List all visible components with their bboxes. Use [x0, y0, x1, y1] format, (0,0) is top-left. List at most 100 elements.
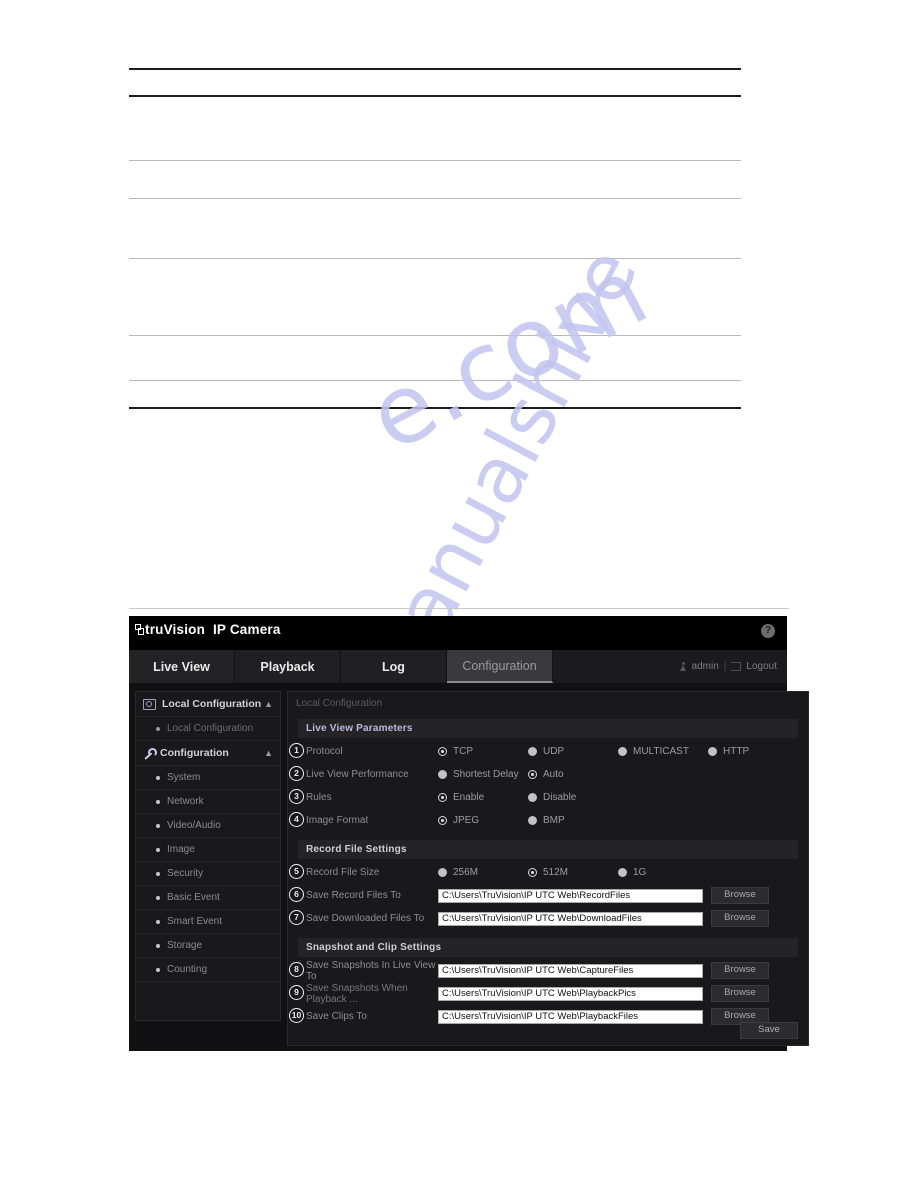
sidebar-item-label: Smart Event	[167, 916, 223, 927]
callout-badge-10: 10	[289, 1008, 304, 1023]
radio-icon[interactable]	[438, 770, 447, 779]
table-rule-3	[129, 160, 741, 161]
row-label: Save Snapshots When Playback ...	[306, 982, 408, 1005]
save-snapshots-live-view-path-input[interactable]	[438, 963, 703, 978]
logout-button[interactable]: Logout	[746, 661, 777, 672]
bullet-icon	[156, 943, 160, 948]
radio-option-auto[interactable]: Auto	[528, 769, 618, 780]
radio-icon[interactable]	[528, 793, 537, 802]
bullet-icon	[156, 967, 160, 972]
sidebar-item-video-audio[interactable]: Video/Audio	[136, 814, 280, 838]
table-rule-6	[129, 335, 741, 336]
radio-label: JPEG	[453, 815, 480, 826]
table-rule-8	[129, 407, 741, 409]
user-icon	[679, 662, 687, 671]
sidebar-item-basic-event[interactable]: Basic Event	[136, 886, 280, 910]
callout-badge-7: 7	[289, 910, 304, 925]
browse-button[interactable]: Browse	[711, 962, 769, 979]
radio-icon[interactable]	[528, 868, 537, 877]
sidebar-item-network[interactable]: Network	[136, 790, 280, 814]
callout-badge-5: 5	[289, 864, 304, 879]
help-icon[interactable]: ?	[761, 624, 775, 638]
sidebar-item-counting[interactable]: Counting	[136, 958, 280, 982]
radio-option-bmp[interactable]: BMP	[528, 815, 618, 826]
sidebar-item-label: Storage	[167, 940, 203, 951]
sidebar-item-smart-event[interactable]: Smart Event	[136, 910, 280, 934]
sidebar-item-security[interactable]: Security	[136, 862, 280, 886]
sidebar-item-label: System	[167, 772, 201, 783]
radio-option-http[interactable]: HTTP	[708, 746, 798, 757]
radio-label: Enable	[453, 792, 485, 803]
radio-label: TCP	[453, 746, 473, 757]
radio-option-shortest-delay[interactable]: Shortest Delay	[438, 769, 528, 780]
radio-option-multicast[interactable]: MULTICAST	[618, 746, 708, 757]
sidebar-item-storage[interactable]: Storage	[136, 934, 280, 958]
save-record-files-path-input[interactable]	[438, 888, 703, 903]
section-live-view-parameters: Live View Parameters 1 Protocol TCP UDP …	[289, 719, 798, 830]
tab-configuration[interactable]: Configuration	[447, 650, 553, 683]
radio-icon[interactable]	[438, 868, 447, 877]
save-bar: Save	[740, 1022, 798, 1039]
radio-icon[interactable]	[618, 747, 627, 756]
logout-icon[interactable]	[731, 662, 742, 671]
sidebar-item-label: Basic Event	[167, 892, 220, 903]
section-record-file-settings: Record File Settings 5 Record File Size …	[289, 840, 798, 928]
radio-option-jpeg[interactable]: JPEG	[438, 815, 528, 826]
radio-option-256m[interactable]: 256M	[438, 867, 528, 878]
radio-icon[interactable]	[528, 770, 537, 779]
radio-icon[interactable]	[528, 747, 537, 756]
app-header: truVision IP Camera ?	[129, 616, 787, 650]
tab-playback[interactable]: Playback	[235, 650, 341, 683]
save-button[interactable]: Save	[740, 1022, 798, 1039]
radio-label: HTTP	[723, 746, 750, 757]
sidebar-group-configuration[interactable]: Configuration ▲	[136, 741, 280, 766]
radio-icon[interactable]	[438, 747, 447, 756]
row-label: Protocol	[306, 746, 343, 757]
tab-live-view[interactable]: Live View	[129, 650, 235, 683]
radio-option-enable[interactable]: Enable	[438, 792, 528, 803]
row-label: Rules	[306, 792, 332, 803]
radio-icon[interactable]	[438, 816, 447, 825]
sidebar-item-local-configuration[interactable]: Local Configuration	[136, 717, 280, 741]
radio-icon[interactable]	[708, 747, 717, 756]
sidebar-group-local-configuration[interactable]: Local Configuration ▲	[136, 692, 280, 717]
radio-option-tcp[interactable]: TCP	[438, 746, 528, 757]
radio-option-1g[interactable]: 1G	[618, 867, 708, 878]
chevron-up-icon[interactable]: ▲	[264, 748, 273, 758]
table-rule-1	[129, 68, 741, 70]
radio-group-record-file-size: 256M 512M 1G	[438, 867, 798, 878]
sidebar-item-system[interactable]: System	[136, 766, 280, 790]
radio-icon[interactable]	[618, 868, 627, 877]
browse-button[interactable]: Browse	[711, 887, 769, 904]
bullet-icon	[156, 823, 160, 828]
browse-button[interactable]: Browse	[711, 985, 769, 1002]
sidebar: Local Configuration ▲ Local Configuratio…	[135, 691, 281, 1021]
radio-label: Shortest Delay	[453, 769, 519, 780]
browse-button[interactable]: Browse	[711, 910, 769, 927]
radio-icon[interactable]	[438, 793, 447, 802]
sidebar-item-image[interactable]: Image	[136, 838, 280, 862]
chevron-up-icon[interactable]: ▲	[264, 699, 273, 709]
radio-label: 256M	[453, 867, 479, 878]
brand-logo: truVision IP Camera	[135, 623, 281, 636]
table-rule-5	[129, 258, 741, 259]
wrench-icon	[143, 747, 157, 759]
save-downloaded-files-path-input[interactable]	[438, 911, 703, 926]
callout-badge-3: 3	[289, 789, 304, 804]
bullet-icon	[156, 847, 160, 852]
row-save-snapshots-when-playback: 9 Save Snapshots When Playback ... Brows…	[289, 982, 798, 1005]
tab-log[interactable]: Log	[341, 650, 447, 683]
radio-icon[interactable]	[528, 816, 537, 825]
row-save-snapshots-in-live-view-to: 8 Save Snapshots In Live View To Browse	[289, 959, 798, 982]
radio-option-udp[interactable]: UDP	[528, 746, 618, 757]
camera-web-ui-screenshot: truVision IP Camera ? Live View Playback…	[129, 616, 809, 1051]
radio-option-512m[interactable]: 512M	[528, 867, 618, 878]
save-snapshots-playback-path-input[interactable]	[438, 986, 703, 1001]
section-snapshot-and-clip-settings: Snapshot and Clip Settings 8 Save Snapsh…	[289, 938, 798, 1026]
user-separator: |	[723, 661, 727, 672]
radio-option-disable[interactable]: Disable	[528, 792, 618, 803]
save-clips-path-input[interactable]	[438, 1009, 703, 1024]
row-label: Save Snapshots In Live View To	[306, 959, 436, 982]
table-rule-7	[129, 380, 741, 381]
section-divider	[129, 608, 789, 609]
